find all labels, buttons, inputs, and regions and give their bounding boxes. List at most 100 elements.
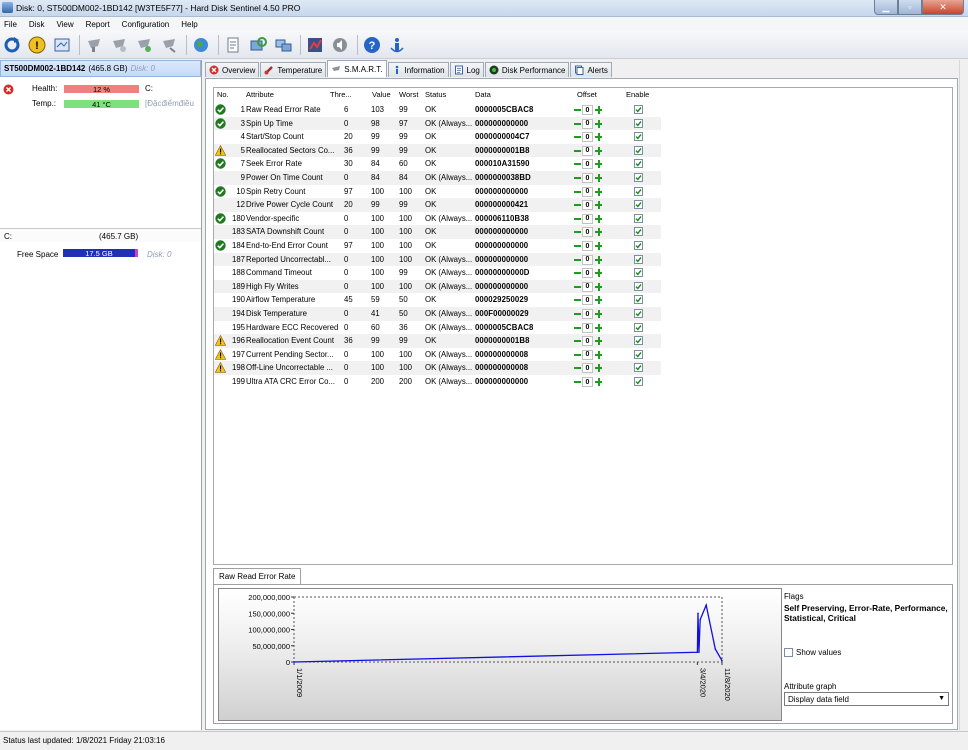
offset-value[interactable]: 0 [582,322,593,333]
offset-decrement-button[interactable] [573,105,581,115]
tab-smart[interactable]: S.M.A.R.T. [327,60,387,77]
offset-increment-button[interactable] [594,255,603,265]
table-row[interactable]: 5 Reallocated Sectors Co... 36 99 99 OK 000000… [214,143,661,158]
tab-alerts[interactable]: Alerts [570,62,612,77]
table-row[interactable]: 199 Ultra ATA CRC Error Co... 0 200 200 OK (A… [214,375,661,389]
disk-tool-1-button[interactable] [84,35,104,55]
offset-stepper[interactable]: 0 [573,226,603,238]
disk-tool-4-button[interactable] [159,35,179,55]
menu-file[interactable]: File [4,20,17,29]
offset-value[interactable]: 0 [582,309,593,319]
web-button[interactable] [191,35,211,55]
col-offset[interactable]: Offset [577,90,597,99]
offset-increment-button[interactable] [594,363,603,373]
offset-value[interactable]: 0 [582,213,593,224]
table-row[interactable]: 194 Disk Temperature 0 41 50 OK (Always... 000… [214,307,661,321]
enable-checkbox[interactable] [634,363,643,373]
col-worst[interactable]: Worst [399,90,418,99]
document-button[interactable] [223,35,243,55]
offset-value[interactable]: 0 [582,336,593,347]
enable-checkbox[interactable] [634,241,643,250]
offset-value[interactable]: 0 [582,186,593,197]
offset-increment-button[interactable] [594,241,603,251]
enable-checkbox[interactable] [634,105,643,114]
info-button[interactable] [387,35,407,55]
offset-increment-button[interactable] [594,200,603,210]
offset-value[interactable]: 0 [582,363,593,374]
offset-increment-button[interactable] [594,282,603,292]
enable-checkbox[interactable] [634,322,643,332]
offset-increment-button[interactable] [594,159,603,169]
offset-decrement-button[interactable] [573,255,581,265]
table-row[interactable]: 9 Power On Time Count 0 84 84 OK (Always... 00… [214,171,661,185]
offset-value[interactable]: 0 [582,118,593,129]
offset-decrement-button[interactable] [573,241,581,251]
offset-stepper[interactable]: 0 [573,362,603,374]
offset-value[interactable]: 0 [582,200,593,211]
tab-temperature[interactable]: Temperature [260,62,327,77]
offset-value[interactable]: 0 [582,105,593,115]
enable-checkbox[interactable] [634,281,643,291]
offset-value[interactable]: 0 [582,159,593,170]
graph-tab-attribute[interactable]: Raw Read Error Rate [213,568,302,584]
offset-stepper[interactable]: 0 [573,186,603,198]
offset-value[interactable]: 0 [582,349,593,360]
tab-disk-performance[interactable]: Disk Performance [484,62,570,77]
table-row[interactable]: 10 Spin Retry Count 97 100 100 OK 000000000000… [214,185,661,199]
refresh-disk-button[interactable] [248,35,268,55]
offset-decrement-button[interactable] [573,173,581,183]
offset-decrement-button[interactable] [573,350,581,360]
table-row[interactable]: 184 End-to-End Error Count 97 100 100 OK 00000… [214,239,661,253]
table-row[interactable]: 190 Airflow Temperature 45 59 50 OK 0000292500… [214,293,661,307]
offset-increment-button[interactable] [594,119,603,129]
enable-checkbox[interactable] [634,377,643,386]
offset-stepper[interactable]: 0 [573,158,603,170]
offset-increment-button[interactable] [594,295,603,305]
offset-decrement-button[interactable] [573,200,581,210]
disk-tool-3-button[interactable] [134,35,154,55]
offset-stepper[interactable]: 0 [573,254,603,266]
offset-stepper[interactable]: 0 [573,267,603,279]
menu-report[interactable]: Report [86,20,110,29]
offset-increment-button[interactable] [594,268,603,278]
offset-decrement-button[interactable] [573,323,581,333]
enable-checkbox[interactable] [634,186,643,196]
offset-decrement-button[interactable] [573,309,581,319]
network-button[interactable] [273,35,293,55]
table-row[interactable]: 188 Command Timeout 0 100 99 OK (Always... 000… [214,266,661,280]
offset-decrement-button[interactable] [573,187,581,197]
chart-button[interactable] [305,35,325,55]
table-row[interactable]: 195 Hardware ECC Recovered 0 60 36 OK (Always… [214,321,661,335]
enable-checkbox[interactable] [634,213,643,223]
offset-value[interactable]: 0 [582,227,593,238]
col-status[interactable]: Status [425,90,446,99]
table-row[interactable]: 189 High Fly Writes 0 100 100 OK (Always... 00… [214,279,661,294]
close-button[interactable]: ✕ [922,0,964,15]
enable-checkbox[interactable] [634,254,643,264]
offset-value[interactable]: 0 [582,241,593,251]
offset-decrement-button[interactable] [573,214,581,224]
offset-stepper[interactable]: 0 [573,199,603,211]
attribute-graph-select[interactable]: Display data field ▼ [784,692,949,706]
offset-value[interactable]: 0 [582,132,593,143]
report-button[interactable] [52,35,72,55]
table-row[interactable]: 7 Seek Error Rate 30 84 60 OK 000010A31590 0 [214,157,661,171]
offset-stepper[interactable]: 0 [573,104,603,116]
enable-checkbox[interactable] [634,309,643,318]
offset-value[interactable]: 0 [582,268,593,279]
offset-decrement-button[interactable] [573,159,581,169]
menu-disk[interactable]: Disk [29,20,45,29]
offset-stepper[interactable]: 0 [573,322,603,334]
offset-increment-button[interactable] [594,146,603,156]
table-row[interactable]: 198 Off-Line Uncorrectable ... 0 100 100 OK (… [214,361,661,375]
minimize-button[interactable]: ▁ [874,0,898,15]
offset-stepper[interactable]: 0 [573,308,603,320]
table-row[interactable]: 183 SATA Downshift Count 0 100 100 OK 00000000… [214,225,661,239]
menu-configuration[interactable]: Configuration [122,20,170,29]
table-row[interactable]: 187 Reported Uncorrectabl... 0 100 100 OK (Al… [214,252,661,267]
offset-increment-button[interactable] [594,309,603,319]
refresh-button[interactable] [2,35,22,55]
show-values-checkbox[interactable]: Show values [784,648,841,657]
enable-checkbox[interactable] [634,336,643,346]
offset-decrement-button[interactable] [573,336,581,346]
